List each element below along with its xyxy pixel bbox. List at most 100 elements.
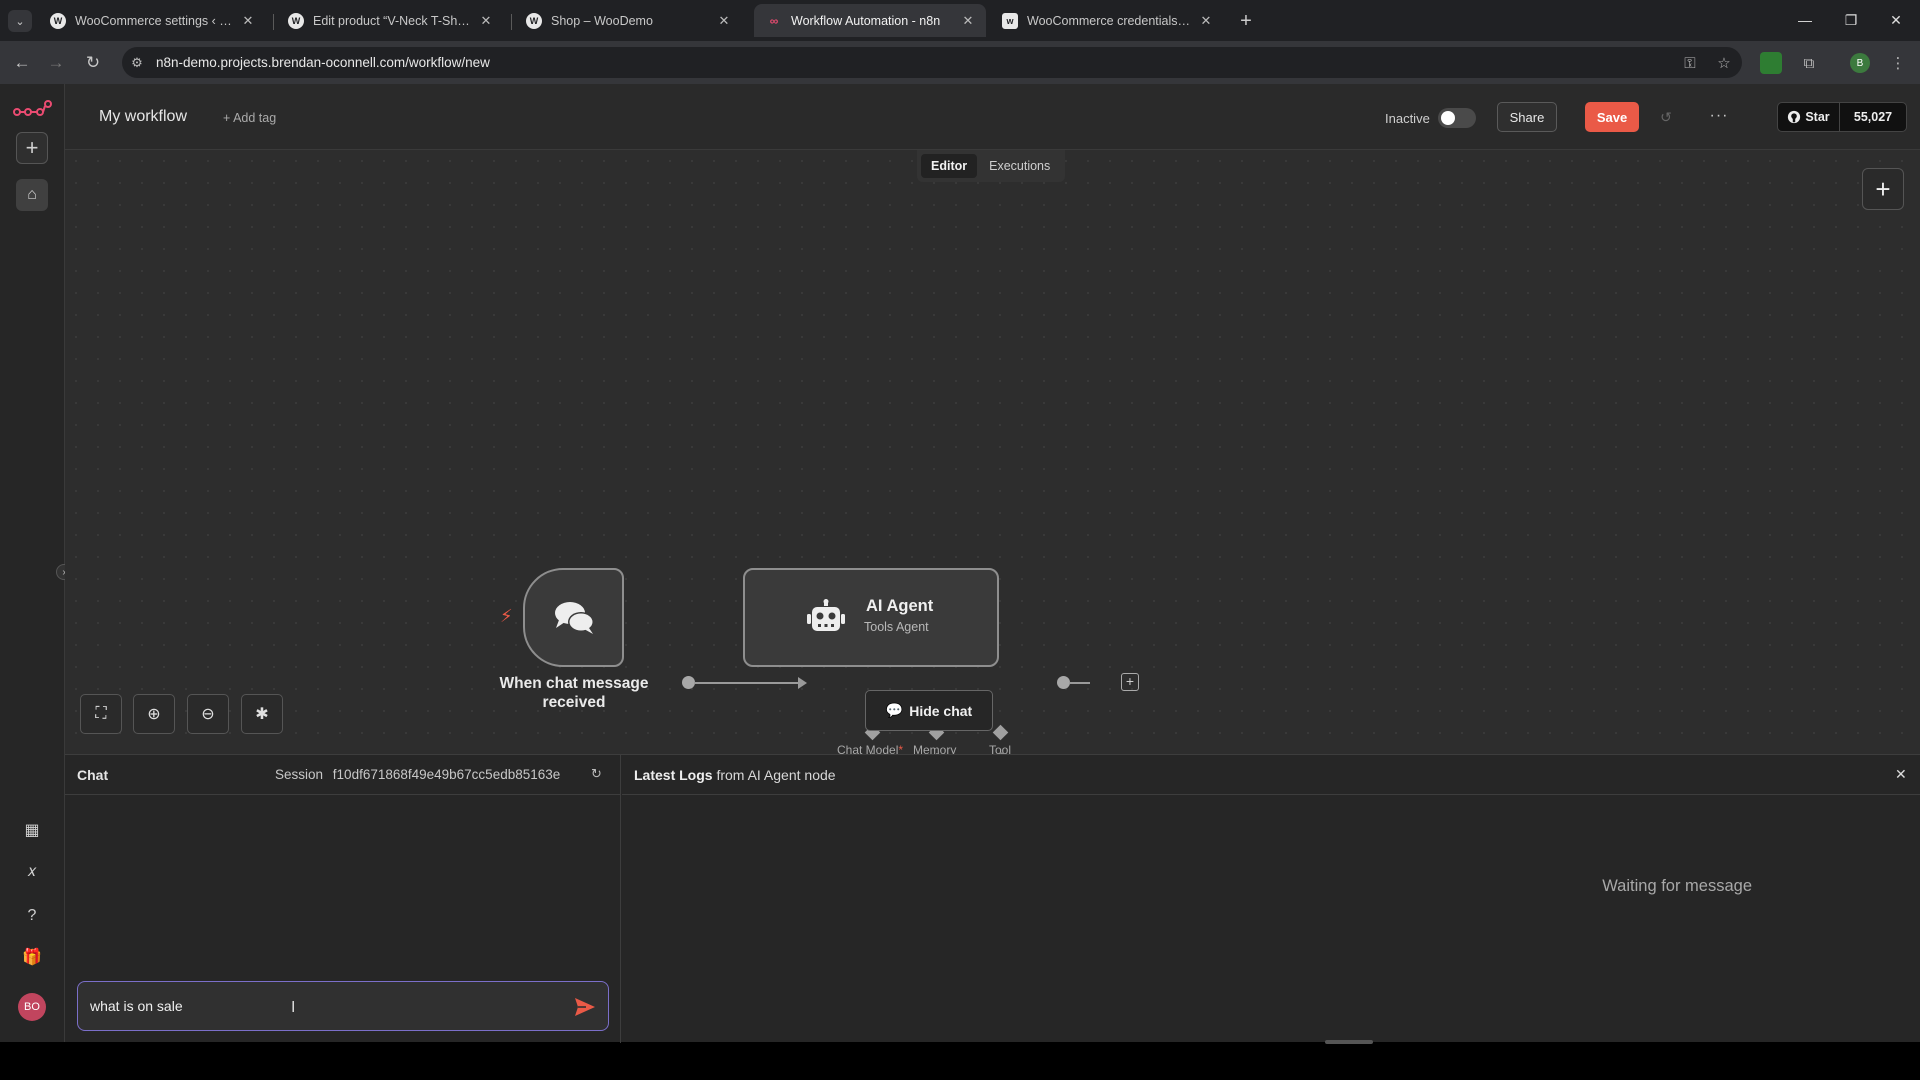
chat-message-input[interactable] (90, 995, 550, 1017)
workflow-name[interactable]: My workflow (99, 108, 187, 126)
templates-icon[interactable]: ▦ (16, 814, 48, 846)
create-workflow-button[interactable]: + (16, 132, 48, 164)
share-button[interactable]: Share (1497, 102, 1557, 132)
github-icon (1788, 110, 1801, 124)
main-sidebar: + ⌂ ▦ 𝑥 ? 🎁 BO (0, 84, 65, 1042)
add-tag-link[interactable]: + Add tag (223, 111, 276, 125)
address-bar[interactable]: ⚙ n8n-demo.projects.brendan-oconnell.com… (122, 47, 1742, 78)
close-icon[interactable]: ✕ (960, 13, 976, 29)
tab-search-button[interactable]: ⌄ (8, 10, 32, 32)
browser-tab-edit-product[interactable]: W Edit product “V-Neck T-Shirt” ‹ ✕ (276, 4, 504, 37)
browser-tab-woocommerce-settings[interactable]: W WooCommerce settings ‹ Woo ✕ (38, 4, 266, 37)
close-icon[interactable]: ✕ (1198, 13, 1214, 29)
logs-title: Latest Logs from AI Agent node (634, 767, 836, 783)
fit-view-button[interactable]: ⛶ (80, 694, 122, 734)
ai-agent-node[interactable] (743, 568, 999, 667)
n8n-logo-icon[interactable] (13, 99, 53, 121)
connection-line[interactable] (694, 682, 804, 684)
github-star-label: Star (1805, 110, 1830, 124)
chat-trigger-node[interactable] (523, 568, 624, 667)
send-icon[interactable] (574, 996, 596, 1018)
mode-switcher: Editor Executions (917, 150, 1065, 182)
hide-chat-button[interactable]: 💬 Hide chat (865, 690, 993, 731)
restore-icon[interactable]: ❐ (1831, 7, 1871, 33)
variables-icon[interactable]: 𝑥 (16, 856, 48, 888)
chat-message-input-wrap (77, 981, 609, 1031)
ai-agent-node-subtitle: Tools Agent (864, 620, 929, 634)
wordpress-icon: W (526, 12, 542, 29)
logs-title-bold: Latest Logs (634, 767, 713, 783)
text-cursor-icon: I (291, 999, 296, 1016)
activation-status-label: Inactive (1385, 111, 1430, 126)
back-icon[interactable]: ← (10, 51, 34, 75)
woocommerce-icon: w (1002, 12, 1018, 29)
browser-tab-shop[interactable]: W Shop – WooDemo ✕ (514, 4, 742, 37)
github-star-label-wrap[interactable]: Star (1778, 103, 1840, 131)
minimize-icon[interactable]: — (1785, 7, 1825, 33)
tab-executions[interactable]: Executions (979, 154, 1060, 178)
n8n-app: + ⌂ ▦ 𝑥 ? 🎁 BO › My workflow + Add tag I… (0, 84, 1920, 1043)
zoom-out-button[interactable]: ⊖ (187, 694, 229, 734)
browser-tab-strip: ⌄ W WooCommerce settings ‹ Woo ✕ W Edit … (0, 0, 1920, 41)
chat-logs-panel: Chat Session f10df671868f49e49b67cc5edb8… (65, 754, 1920, 1043)
new-tab-button[interactable]: + (1233, 8, 1259, 34)
history-icon[interactable]: ↺ (1657, 108, 1675, 126)
bookmark-star-icon[interactable]: ☆ (1712, 51, 1736, 75)
browser-profile-avatar[interactable]: B (1850, 53, 1870, 73)
site-info-icon[interactable]: ⚙ (122, 55, 152, 71)
output-stub-line (1069, 682, 1090, 684)
tab-title: Workflow Automation - n8n (791, 13, 941, 28)
tab-separator (273, 14, 274, 30)
close-panel-icon[interactable]: ✕ (1895, 766, 1907, 783)
add-next-node-button[interactable]: + (1121, 673, 1139, 691)
browser-toolbar: ← → ↻ ⚙ n8n-demo.projects.brendan-oconne… (0, 41, 1920, 84)
wordpress-icon: W (50, 12, 66, 29)
extensions-puzzle-icon[interactable]: ⧉ (1797, 51, 1821, 75)
window-close-icon[interactable]: ✕ (1876, 7, 1916, 33)
connection-arrowhead (798, 677, 807, 689)
chat-title: Chat (77, 767, 109, 783)
user-avatar[interactable]: BO (18, 993, 46, 1021)
debug-bug-button[interactable]: ✱ (241, 694, 283, 734)
logs-pane: Latest Logs from AI Agent node ✕ Waiting… (622, 755, 1920, 1043)
browser-tab-n8n[interactable]: ∞ Workflow Automation - n8n ✕ (754, 4, 986, 37)
session-id: f10df671868f49e49b67cc5edb85163e (332, 767, 561, 782)
logs-title-rest: from AI Agent node (716, 767, 836, 783)
more-options-icon[interactable]: ··· (1707, 104, 1731, 128)
browser-menu-icon[interactable]: ⋮ (1886, 51, 1910, 75)
zoom-in-button[interactable]: ⊕ (133, 694, 175, 734)
extension-icon[interactable] (1760, 52, 1782, 74)
robot-icon (807, 599, 845, 631)
trigger-bolt-icon: ⚡ (500, 606, 513, 626)
tab-title: WooCommerce settings ‹ Woo (75, 13, 234, 28)
save-button[interactable]: Save (1585, 102, 1639, 132)
close-icon[interactable]: ✕ (716, 13, 732, 29)
close-icon[interactable]: ✕ (240, 13, 256, 29)
tab-editor[interactable]: Editor (921, 154, 978, 178)
activate-workflow-toggle[interactable] (1438, 108, 1476, 128)
help-icon[interactable]: ? (16, 900, 48, 932)
chat-icon: 💬 (885, 702, 904, 718)
session-info: Session f10df671868f49e49b67cc5edb85163e (275, 767, 560, 782)
reload-icon[interactable]: ↻ (81, 51, 105, 75)
forward-icon[interactable]: → (44, 51, 68, 75)
n8n-icon: ∞ (769, 13, 779, 28)
chat-trigger-node-label: When chat message received (499, 675, 649, 711)
ai-agent-node-title: AI Agent (866, 597, 934, 615)
password-key-icon[interactable]: ⚿ (1678, 51, 1702, 75)
close-icon[interactable]: ✕ (478, 13, 494, 29)
address-bar-url[interactable]: n8n-demo.projects.brendan-oconnell.com/w… (156, 55, 490, 70)
logs-empty-message: Waiting for message (1602, 877, 1752, 895)
horizontal-scrollbar[interactable] (1325, 1040, 1373, 1044)
gift-icon[interactable]: 🎁 (16, 941, 48, 973)
session-label: Session (275, 767, 324, 782)
github-star-count[interactable]: 55,027 (1840, 103, 1906, 131)
tab-title: WooCommerce credentials | n8 (1027, 13, 1192, 28)
github-star-button[interactable]: Star 55,027 (1777, 102, 1907, 132)
browser-tab-woocommerce-credentials[interactable]: w WooCommerce credentials | n8 ✕ (990, 4, 1224, 37)
add-node-button[interactable]: + (1862, 168, 1904, 210)
home-icon[interactable]: ⌂ (16, 179, 48, 211)
refresh-session-icon[interactable]: ↻ (591, 766, 602, 782)
chat-bubbles-icon (554, 601, 594, 634)
chat-header: Chat Session f10df671868f49e49b67cc5edb8… (65, 755, 621, 795)
